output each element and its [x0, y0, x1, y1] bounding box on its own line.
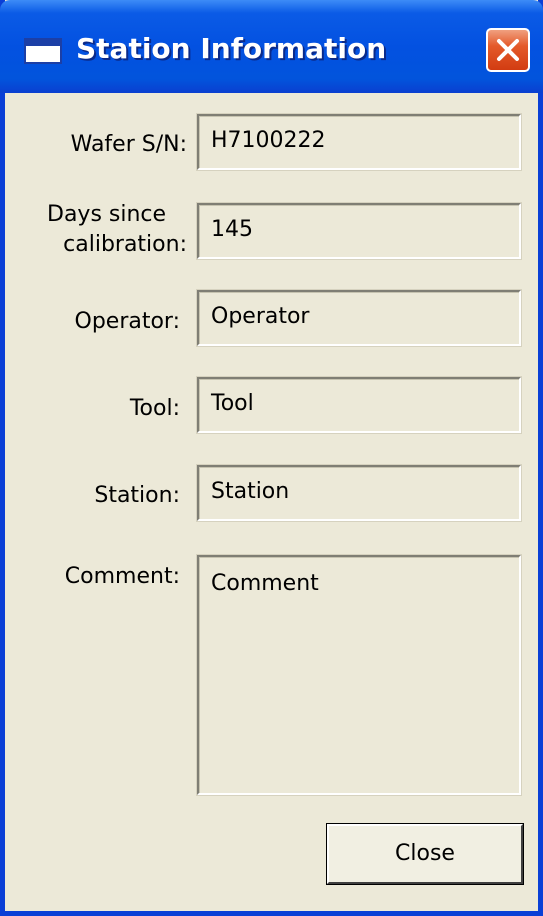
- comment-field[interactable]: Comment: [196, 554, 522, 796]
- operator-label: Operator:: [74, 309, 181, 334]
- window-icon: [24, 38, 62, 64]
- wafer-sn-field[interactable]: H7100222: [196, 113, 522, 171]
- comment-label: Comment:: [64, 564, 180, 589]
- tool-field[interactable]: Tool: [196, 376, 522, 434]
- station-field[interactable]: Station: [196, 464, 522, 522]
- title-bar[interactable]: Station Information: [0, 0, 543, 93]
- days-since-calibration-label: Days since calibration:: [43, 200, 187, 260]
- days-since-calibration-label-line2: calibration:: [63, 232, 187, 257]
- operator-field[interactable]: Operator: [196, 289, 522, 347]
- station-information-dialog: Station Information Wafer S/N: H7100222 …: [0, 0, 543, 916]
- station-label: Station:: [94, 483, 180, 508]
- days-since-calibration-label-line1: Days since: [47, 202, 167, 227]
- close-button[interactable]: Close: [327, 824, 523, 884]
- days-since-calibration-field[interactable]: 145: [196, 202, 522, 260]
- window-title: Station Information: [76, 32, 387, 65]
- tool-label: Tool:: [129, 396, 180, 421]
- title-close-button[interactable]: [486, 28, 530, 72]
- close-icon: [497, 39, 519, 61]
- wafer-sn-label: Wafer S/N:: [70, 132, 187, 157]
